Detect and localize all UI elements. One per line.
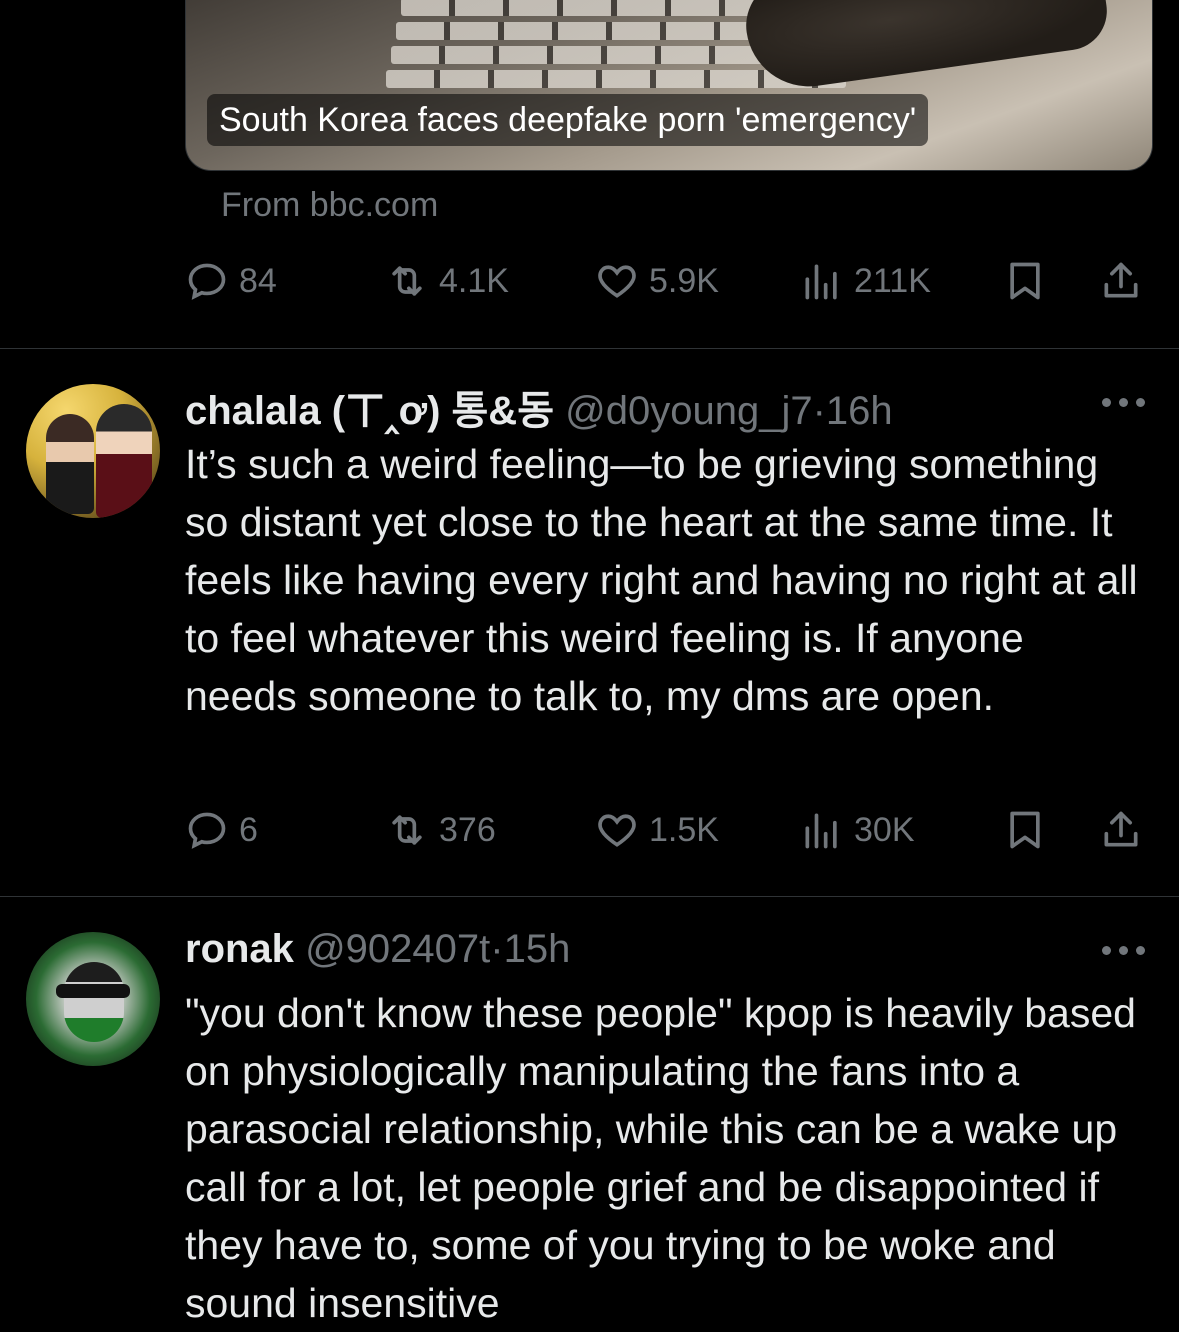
separator-dot: ·	[812, 389, 826, 433]
bookmark-icon	[1010, 811, 1040, 849]
link-card-source[interactable]: From bbc.com	[221, 186, 438, 225]
views-button[interactable]: 30K	[800, 808, 915, 852]
share-icon	[1104, 811, 1138, 847]
views-count: 211K	[854, 261, 931, 300]
repost-button[interactable]: 4.1K	[385, 259, 509, 303]
heart-icon	[598, 265, 636, 298]
reply-count: 6	[239, 810, 258, 849]
reply-icon	[188, 812, 226, 849]
bookmark-button[interactable]	[1003, 259, 1047, 303]
like-button[interactable]: 1.5K	[595, 808, 719, 852]
more-icon[interactable]	[1102, 398, 1146, 410]
tweet-actions: 6 376 1.5K 30K	[185, 808, 1145, 852]
more-icon[interactable]	[1102, 946, 1146, 958]
like-count: 5.9K	[649, 261, 719, 300]
handle[interactable]: @902407t	[305, 927, 490, 971]
repost-count: 4.1K	[439, 261, 509, 300]
repost-button[interactable]: 376	[385, 808, 496, 852]
divider	[0, 896, 1179, 897]
avatar[interactable]	[26, 932, 160, 1066]
timestamp[interactable]: 16h	[826, 389, 893, 433]
heart-icon	[598, 814, 636, 847]
share-button[interactable]	[1099, 808, 1143, 852]
divider	[0, 348, 1179, 349]
views-icon	[805, 813, 837, 849]
handle[interactable]: @d0young_j7	[565, 389, 812, 433]
views-count: 30K	[854, 810, 915, 849]
views-icon	[805, 264, 837, 300]
like-button[interactable]: 5.9K	[595, 259, 719, 303]
share-icon	[1104, 262, 1138, 298]
tweet-text: It’s such a weird feeling—to be grieving…	[185, 441, 1138, 719]
display-name[interactable]: ronak	[185, 927, 294, 971]
share-button[interactable]	[1099, 259, 1143, 303]
views-button[interactable]: 211K	[800, 259, 931, 303]
repost-icon	[392, 815, 422, 845]
tweet-text: "you don't know these people" kpop is he…	[185, 990, 1136, 1326]
display-name[interactable]: chalala (ㄒ‸ơ) 통&동	[185, 389, 554, 433]
timestamp[interactable]: 15h	[504, 927, 571, 971]
tweet-header: ronak @902407t·15h	[185, 927, 570, 972]
link-card-headline[interactable]: South Korea faces deepfake porn 'emergen…	[207, 94, 929, 146]
tweet-actions: 84 4.1K 5.9K 211K	[185, 259, 1145, 303]
reply-button[interactable]: 84	[185, 259, 277, 303]
reply-icon	[188, 263, 226, 300]
bookmark-button[interactable]	[1003, 808, 1047, 852]
repost-icon	[392, 266, 422, 296]
like-count: 1.5K	[649, 810, 719, 849]
bookmark-icon	[1010, 262, 1040, 300]
reply-button[interactable]: 6	[185, 808, 258, 852]
avatar[interactable]	[26, 384, 160, 518]
reply-count: 84	[239, 261, 277, 300]
separator-dot: ·	[490, 927, 504, 971]
tweet-header: chalala (ㄒ‸ơ) 통&동 @d0young_j7·16h	[185, 378, 893, 436]
repost-count: 376	[439, 810, 496, 849]
